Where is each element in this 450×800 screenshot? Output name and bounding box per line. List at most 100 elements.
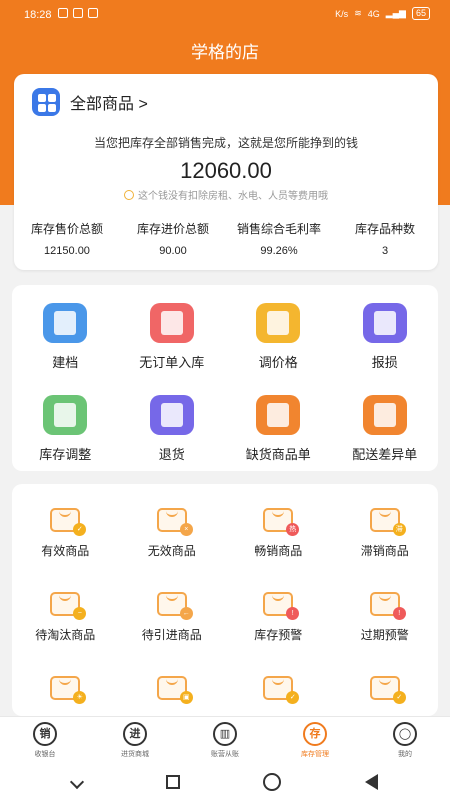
notification-icon: [58, 8, 68, 18]
goods-category-item[interactable]: ← 待引进商品: [119, 568, 226, 652]
goods-category-item[interactable]: ☀: [12, 652, 119, 716]
goods-categories-card: ✓ 有效商品 × 无效商品热畅销商品滞滞销商品 − 待淘汰商品 ← 待引进商品! 库存预警! 过期…: [12, 484, 438, 716]
signal-icon: ▂▄▆: [385, 8, 406, 18]
system-nav-bar: [0, 764, 450, 800]
category-badge: !: [286, 607, 300, 620]
goods-category-item[interactable]: × 无效商品: [119, 484, 226, 568]
shortage-list-icon: [256, 395, 301, 435]
summary-tagline: 当您把库存全部销售完成，这就是您所能挣到的钱: [93, 136, 358, 150]
goods-category-item[interactable]: ✓: [332, 652, 439, 716]
action-item[interactable]: 调价格: [225, 285, 332, 377]
stat-label: 库存进价总额: [136, 222, 209, 236]
nav-collapse-icon[interactable]: [69, 774, 84, 790]
action-grid: 建档 无订单入库 调价格 报损库存调整 退货 缺货商品单 配送差异单: [12, 285, 438, 469]
action-item[interactable]: 退货: [119, 377, 226, 469]
stat-label: 库存售价总额: [30, 222, 103, 236]
goods-category-label: 待淘汰商品: [35, 628, 96, 642]
network-speed: K/s: [335, 8, 349, 19]
tab-profile[interactable]: ◯ 我的: [360, 717, 450, 764]
action-label: 调价格: [258, 355, 298, 370]
action-item[interactable]: 缺货商品单: [225, 377, 332, 469]
status-bar: 18:28 K/s ≋ 4G ▂▄▆ 65: [0, 0, 450, 30]
goods-category-label: 有效商品: [41, 544, 90, 558]
goods-category-item[interactable]: 滞滞销商品: [332, 484, 439, 568]
status-right: K/s ≋ 4G ▂▄▆ 65: [335, 7, 430, 20]
tab-sales[interactable]: 销收银台: [0, 717, 90, 764]
stock-warning-icon: !: [263, 592, 300, 620]
action-item[interactable]: 无订单入库: [119, 285, 226, 377]
goods-icon: ▣: [156, 676, 193, 704]
potential-earnings-amount: 12060.00: [180, 158, 272, 183]
expiry-warning-icon: !: [369, 592, 406, 620]
sales-icon: 销: [33, 722, 57, 746]
goods-category-label: 畅销商品: [254, 544, 303, 558]
tab-label: 我的: [398, 751, 412, 758]
nav-home-icon[interactable]: [263, 773, 282, 791]
goods-category-item[interactable]: 热畅销商品: [225, 484, 332, 568]
category-badge: ✓: [286, 691, 300, 704]
all-goods-label: 全部商品 >: [70, 96, 148, 113]
inbox-download-icon: [149, 303, 194, 343]
goods-category-label: 滞销商品: [360, 544, 409, 558]
tab-purchase[interactable]: 进进货商城: [90, 717, 180, 764]
folder-icon: [43, 303, 88, 343]
yen-adjust-icon: [256, 303, 301, 343]
to-eliminate-icon: −: [50, 592, 87, 620]
action-label: 退货: [158, 447, 185, 462]
actions-card: 建档 无订单入库 调价格 报损库存调整 退货 缺货商品单 配送差异单: [12, 285, 438, 471]
signal-label: 4G: [367, 8, 380, 19]
goods-category-item[interactable]: ! 库存预警: [225, 568, 332, 652]
category-badge: ←: [179, 607, 193, 620]
category-badge: ✓: [73, 523, 87, 536]
smile-icon: [124, 190, 134, 200]
goods-category-label: 待引进商品: [141, 628, 202, 642]
all-goods-link[interactable]: 全部商品 >: [32, 88, 148, 116]
report-icon: ▥: [213, 722, 237, 746]
goods-category-label: 过期预警: [360, 628, 409, 642]
goods-category-item[interactable]: ✓: [225, 652, 332, 716]
tab-report[interactable]: ▥ 账营从账: [180, 717, 270, 764]
stat-value: 3: [381, 245, 389, 257]
action-item[interactable]: 建档: [12, 285, 119, 377]
stat-value: 12150.00: [44, 245, 90, 257]
purchase-icon: 进: [123, 722, 147, 746]
stat-item: 库存品种数 3: [332, 220, 438, 257]
nav-recents-icon[interactable]: [165, 775, 180, 789]
action-item[interactable]: 报损: [332, 285, 439, 377]
stats-row: 库存售价总额 12150.00 库存进价总额 90.00 销售综合毛利率 99.…: [14, 220, 438, 257]
clipboard-return-icon: [149, 395, 194, 435]
goods-icon: ✓: [263, 676, 300, 704]
summary-note-text: 这个钱没有扣除房租、水电、人员等费用哦: [138, 191, 328, 202]
to-introduce-icon: ←: [156, 592, 193, 620]
tab-stock[interactable]: 存库存管理: [270, 717, 360, 764]
action-label: 无订单入库: [139, 355, 205, 370]
category-badge: ☀: [73, 691, 87, 704]
action-label: 报损: [371, 355, 398, 370]
tab-label: 进货商城: [121, 751, 149, 758]
goods-category-item[interactable]: ▣: [119, 652, 226, 716]
bottom-tab-bar: 销收银台进进货商城 ▥ 账营从账存库存管理 ◯ 我的: [0, 716, 450, 764]
goods-category-item[interactable]: − 待淘汰商品: [12, 568, 119, 652]
stock-icon: 存: [303, 722, 327, 746]
goods-category-item[interactable]: ✓ 有效商品: [12, 484, 119, 568]
category-badge: ×: [179, 523, 193, 536]
tab-label: 收银台: [34, 751, 56, 758]
stock-adjust-icon: [43, 395, 88, 435]
delivery-diff-icon: [362, 395, 407, 435]
nav-back-icon[interactable]: [365, 774, 379, 790]
profile-icon: ◯: [393, 722, 417, 746]
valid-goods-icon: ✓: [50, 508, 87, 536]
notification-icon: [88, 8, 98, 18]
category-badge: !: [392, 607, 406, 620]
stat-item: 库存售价总额 12150.00: [14, 220, 120, 257]
goods-icon: ☀: [50, 676, 87, 704]
action-item[interactable]: 配送差异单: [332, 377, 439, 469]
goods-category-label: 库存预警: [254, 628, 303, 642]
action-item[interactable]: 库存调整: [12, 377, 119, 469]
stat-item: 库存进价总额 90.00: [120, 220, 226, 257]
goods-icon: ✓: [369, 676, 406, 704]
goods-category-item[interactable]: ! 过期预警: [332, 568, 439, 652]
notification-icon: [73, 8, 83, 18]
action-label: 建档: [52, 355, 79, 370]
tab-label: 账营从账: [211, 751, 239, 758]
